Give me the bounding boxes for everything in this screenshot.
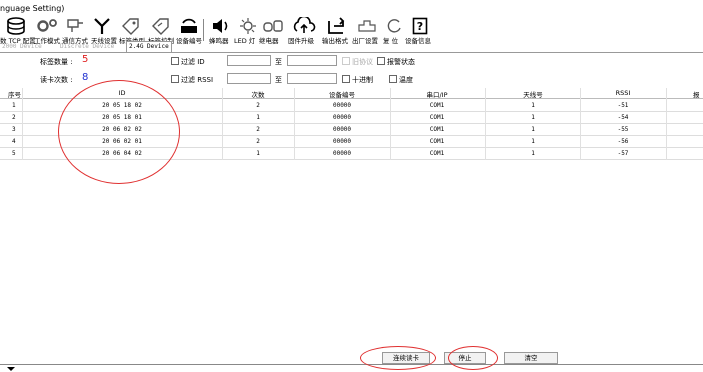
to-label-id: 至: [275, 58, 282, 66]
cell-port: COM1: [429, 114, 445, 121]
cell-count: 2: [256, 102, 260, 109]
gear-icon[interactable]: [34, 17, 60, 35]
id-from-input[interactable]: [227, 55, 271, 66]
bottom-divider: [0, 364, 703, 365]
tab-discrete-device[interactable]: Discrete Device: [58, 42, 116, 51]
cell-count: 2: [256, 126, 260, 133]
cell-rssi: -56: [617, 138, 629, 145]
table-header: 序号 ID 次数 设备编号 串口/IP 天线号 RSSI 报: [0, 88, 703, 99]
cell-antenna: 1: [531, 150, 535, 157]
cell-antenna: 1: [531, 138, 535, 145]
cell-device-no: 00000: [332, 126, 352, 133]
filter-rssi-checkbox[interactable]: [171, 75, 179, 83]
cell-port: COM1: [429, 138, 445, 145]
cloud-upload-icon[interactable]: [292, 17, 316, 35]
col-header-alarm: 报: [693, 91, 700, 99]
speaker-icon[interactable]: [211, 17, 231, 35]
cell-antenna: 1: [531, 126, 535, 133]
cell-device-no: 00000: [332, 102, 352, 109]
window-title: nguage Setting): [0, 4, 65, 13]
read-count-label: 读卡次数 :: [40, 76, 73, 84]
database-icon[interactable]: [6, 17, 26, 35]
stop-button[interactable]: 停止: [444, 352, 486, 364]
router-icon[interactable]: [177, 17, 201, 35]
cell-rssi: -51: [617, 102, 629, 109]
tag-control-icon[interactable]: [150, 17, 172, 35]
factory-reset-icon[interactable]: [356, 17, 378, 35]
col-header-rssi: RSSI: [615, 89, 631, 97]
hex-checkbox[interactable]: [342, 75, 350, 83]
tab-2-4g-device[interactable]: 2.4G Device: [126, 41, 172, 52]
cell-device-no: 00000: [332, 150, 352, 157]
refresh-icon[interactable]: [384, 17, 404, 35]
antenna-icon[interactable]: [93, 17, 111, 35]
cell-index: 2: [12, 114, 16, 121]
temperature-label: 温度: [399, 76, 413, 84]
svg-text:?: ?: [417, 20, 423, 33]
tab-2000-device[interactable]: 2000 Device: [0, 42, 44, 51]
old-protocol-label: 旧协议: [352, 58, 373, 66]
cell-rssi: -55: [617, 126, 629, 133]
cell-port: COM1: [429, 102, 445, 109]
cell-antenna: 1: [531, 114, 535, 121]
tag-count-value: 5: [82, 54, 89, 65]
scroll-down-arrow-icon[interactable]: [6, 366, 16, 372]
cell-id: 20 06 02 02: [102, 126, 142, 133]
help-icon[interactable]: ?: [412, 17, 428, 35]
temperature-checkbox[interactable]: [389, 75, 397, 83]
hex-label: 十进制: [352, 76, 373, 84]
cell-count: 1: [256, 114, 260, 121]
alarm-status-checkbox[interactable]: [377, 57, 385, 65]
col-header-device-no: 设备编号: [329, 91, 355, 99]
rssi-to-input[interactable]: [287, 73, 337, 84]
tag-count-label: 标签数量 :: [40, 58, 73, 66]
read-count-value: 8: [82, 72, 89, 83]
cell-index: 1: [12, 102, 16, 109]
cell-count: 2: [256, 138, 260, 145]
id-to-input[interactable]: [287, 55, 337, 66]
to-label-rssi: 至: [275, 76, 282, 84]
toolbar: ? 数 TCP 配置 工作模式 通信方式 天线设置 标签类型 标签控制 设备编号…: [0, 17, 703, 45]
cell-index: 5: [12, 150, 16, 157]
cell-id: 20 06 02 01: [102, 138, 142, 145]
col-header-port: 串口/IP: [426, 91, 448, 99]
cell-port: COM1: [429, 126, 445, 133]
continuous-read-button[interactable]: 连续读卡: [382, 352, 430, 364]
table-row[interactable]: 5 20 06 04 02 1 00000 COM1 1 -57: [0, 147, 703, 160]
tag-icon[interactable]: [120, 17, 142, 35]
filter-id-label: 过滤 ID: [181, 58, 205, 66]
cell-rssi: -54: [617, 114, 629, 121]
filter-id-checkbox[interactable]: [171, 57, 179, 65]
cell-id: 20 06 04 02: [102, 150, 142, 157]
alarm-status-label: 报警状态: [387, 58, 415, 66]
col-header-index: 序号: [8, 91, 21, 99]
cell-antenna: 1: [531, 102, 535, 109]
col-header-count: 次数: [251, 91, 265, 99]
cell-rssi: -57: [617, 150, 629, 157]
rssi-from-input[interactable]: [227, 73, 271, 84]
cell-device-no: 00000: [332, 114, 352, 121]
cell-count: 1: [256, 150, 260, 157]
cell-id: 20 05 18 01: [102, 114, 142, 121]
cell-index: 3: [12, 126, 16, 133]
cell-device-no: 00000: [332, 138, 352, 145]
device-tabs: 2000 Device Discrete Device 2.4G Device: [0, 41, 703, 53]
cell-id: 20 05 18 02: [102, 102, 142, 109]
plug-icon[interactable]: [64, 17, 86, 35]
col-header-id: ID: [118, 89, 126, 97]
old-protocol-checkbox[interactable]: [342, 57, 350, 65]
filter-rssi-label: 过滤 RSSI: [181, 76, 214, 84]
col-header-antenna: 天线号: [523, 91, 543, 99]
clear-button[interactable]: 清空: [504, 352, 558, 364]
cell-index: 4: [12, 138, 16, 145]
led-icon[interactable]: [237, 17, 259, 35]
cell-port: COM1: [429, 150, 445, 157]
relay-icon[interactable]: [262, 17, 284, 35]
output-format-icon[interactable]: [326, 17, 348, 35]
